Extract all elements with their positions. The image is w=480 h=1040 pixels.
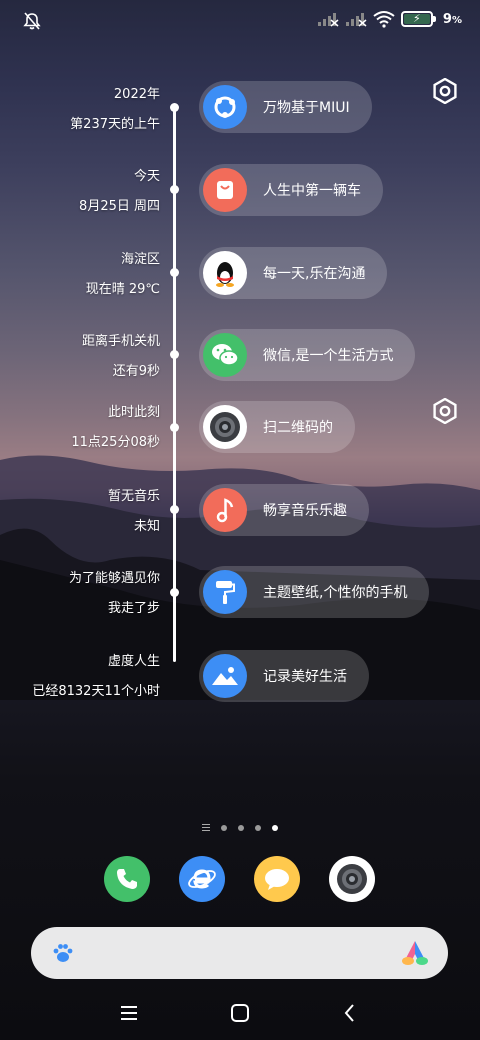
- message-icon: [265, 869, 289, 890]
- dock-phone-app[interactable]: [104, 856, 150, 902]
- app-shortcut-label: 万物基于MIUI: [263, 100, 350, 116]
- app-shortcut-music[interactable]: 畅享音乐乐趣: [199, 484, 369, 536]
- app-shortcut-label: 微信,是一个生活方式: [263, 348, 394, 364]
- timeline-label: 此时此刻 11点25分08秒: [71, 405, 160, 450]
- camera-lens-icon: [203, 405, 247, 449]
- page-dot-active: [272, 824, 278, 831]
- page-dot: [221, 824, 227, 831]
- browser-icon: [188, 869, 216, 889]
- timeline-dot: [170, 185, 179, 194]
- dock-messages-app[interactable]: [254, 856, 300, 902]
- page-indicator[interactable]: [0, 824, 480, 831]
- page-dot: [255, 824, 261, 831]
- page-dot: [238, 824, 244, 831]
- phone-icon: [117, 869, 137, 889]
- music-note-icon: [203, 488, 247, 532]
- bell-off-icon: [23, 12, 41, 30]
- app-shortcut-label: 记录美好生活: [263, 669, 347, 685]
- timeline-label: 为了能够遇见你 我走了步: [68, 571, 160, 616]
- app-shortcut-scanner[interactable]: 扫二维码的: [199, 401, 355, 453]
- timeline-dot: [170, 588, 179, 597]
- app-shortcut-gallery[interactable]: 记录美好生活: [199, 650, 369, 702]
- timeline-dot: [170, 505, 179, 514]
- wifi-icon: [373, 11, 395, 28]
- list-view-icon: [202, 824, 210, 831]
- navigation-bar: [0, 993, 480, 1033]
- settings-gear-icon[interactable]: [432, 398, 458, 424]
- dock-browser-app[interactable]: [179, 856, 225, 902]
- app-shortcut-label: 畅享音乐乐趣: [263, 503, 347, 519]
- back-icon[interactable]: [338, 1001, 362, 1025]
- app-shortcut-label: 每一天,乐在沟通: [263, 266, 366, 282]
- dock-camera-app[interactable]: [329, 856, 375, 902]
- settings-gear-icon[interactable]: [432, 78, 458, 104]
- timeline-label: 暂无音乐 未知: [107, 489, 160, 534]
- timeline-label: 今天 8月25日 周四: [79, 169, 160, 214]
- wechat-icon: [203, 333, 247, 377]
- timeline-label: 虚度人生 已经8132天11个小时: [32, 654, 160, 699]
- timeline-dot: [170, 423, 179, 432]
- app-shortcut-themes[interactable]: 主题壁纸,个性你的手机: [199, 566, 430, 618]
- search-bar[interactable]: [31, 927, 448, 979]
- app-shortcut-store[interactable]: 人生中第一辆车: [199, 164, 383, 216]
- signal-1-icon: [317, 13, 339, 27]
- timeline-dot: [170, 268, 179, 277]
- miui-icon: [203, 85, 247, 129]
- menu-icon[interactable]: [117, 1001, 141, 1025]
- qq-penguin-icon: [203, 251, 247, 295]
- timeline-dot: [170, 103, 179, 112]
- timeline-label: 距离手机关机 还有9秒: [81, 334, 160, 379]
- paint-roller-icon: [203, 570, 247, 614]
- gallery-icon: [203, 654, 247, 698]
- app-shortcut-label: 扫二维码的: [263, 420, 333, 436]
- app-shortcut-wechat[interactable]: 微信,是一个生活方式: [199, 329, 416, 381]
- signal-2-icon: [345, 13, 367, 27]
- battery-percent: 9%: [442, 11, 462, 27]
- paw-icon[interactable]: [51, 941, 75, 965]
- app-shortcut-miui[interactable]: 万物基于MIUI: [199, 81, 372, 133]
- timeline-dot: [170, 350, 179, 359]
- home-icon[interactable]: [228, 1001, 252, 1025]
- camera-lens-icon: [337, 864, 367, 894]
- app-shortcut-label: 主题壁纸,个性你的手机: [263, 585, 408, 601]
- assistant-logo-icon[interactable]: [400, 940, 430, 966]
- timeline-label: 2022年 第237天的上午: [70, 87, 160, 132]
- dock: [0, 856, 480, 904]
- app-shortcut-qq[interactable]: 每一天,乐在沟通: [199, 247, 388, 299]
- battery-charging-icon: ⚡: [400, 11, 436, 27]
- shopping-bag-icon: [203, 168, 247, 212]
- timeline-label: 海淀区 现在晴 29℃: [85, 252, 160, 297]
- app-shortcut-label: 人生中第一辆车: [263, 183, 361, 199]
- status-bar: ⚡ 9%: [0, 0, 480, 42]
